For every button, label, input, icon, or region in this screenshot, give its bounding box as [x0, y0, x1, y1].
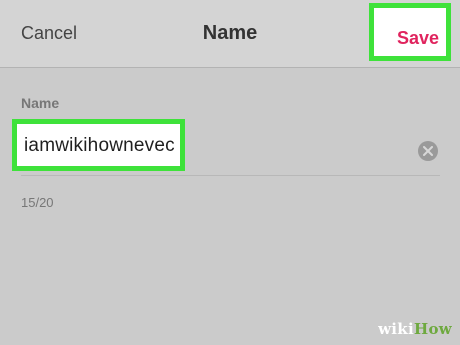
- wikihow-watermark: wikiHow: [364, 315, 460, 345]
- clear-text-icon[interactable]: [418, 141, 438, 161]
- save-button-highlight: Save: [369, 3, 451, 61]
- top-bar: Cancel Name Save: [0, 0, 460, 68]
- name-input-highlight: iamwikihownevec: [12, 119, 185, 171]
- watermark-wiki: wiki: [378, 320, 414, 338]
- name-input[interactable]: iamwikihownevec: [24, 135, 175, 157]
- watermark-logo: wikiHow: [378, 320, 452, 338]
- input-underline: [21, 175, 440, 176]
- watermark-how: How: [414, 320, 452, 338]
- close-icon: [423, 146, 433, 156]
- name-field-label: Name: [21, 95, 60, 111]
- character-counter: 15/20: [21, 195, 54, 210]
- save-button[interactable]: Save: [374, 28, 446, 49]
